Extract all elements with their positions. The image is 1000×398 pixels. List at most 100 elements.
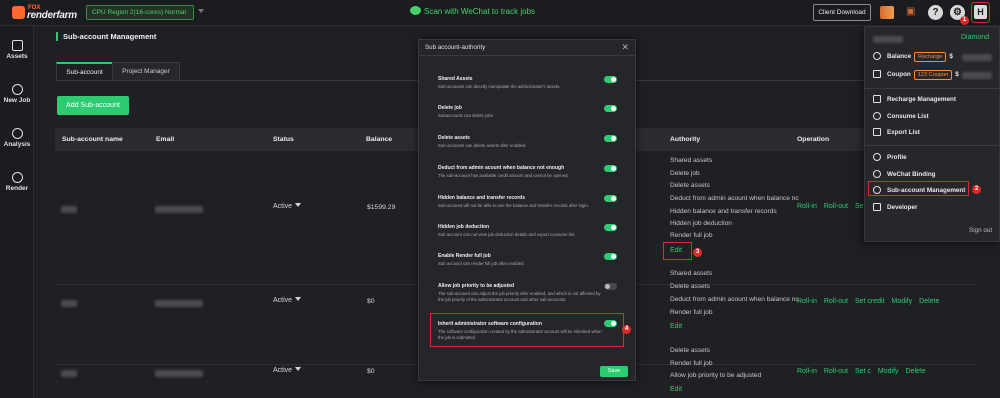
region-selector[interactable]: CPU Region 2(16-cores) Normal [86, 5, 194, 20]
permission-shared-assets: Shared Assets Sub-accounts can directly … [438, 76, 618, 90]
balance-value: $1599.29 [367, 204, 396, 211]
step-badge-4: 4 [622, 325, 631, 334]
nav-item-analysis[interactable]: Analysis [0, 128, 34, 148]
balance-value: $0 [367, 298, 375, 305]
region-dropdown-caret-icon[interactable] [198, 9, 204, 13]
shared-assets-toggle[interactable] [604, 76, 617, 83]
status-dropdown[interactable]: Active [273, 367, 302, 374]
coupon-label: Coupon [887, 71, 911, 78]
modify-link[interactable]: Modify [892, 298, 913, 305]
permission-desc: Sub-accounts can delete assets after ena… [438, 143, 527, 148]
permission-desc: Subaccounts can delete jobs. [438, 113, 495, 118]
inherit-software-config-toggle[interactable] [604, 320, 617, 327]
menu-item-profile[interactable]: Profile [873, 153, 907, 161]
coupon-row: Coupon 123 Coupon $ [873, 70, 959, 80]
menu-item-developer[interactable]: Developer [873, 203, 917, 211]
col-email: Email [156, 136, 175, 143]
tab-sub-account[interactable]: Sub-account [56, 62, 113, 81]
export-list-icon [873, 128, 881, 136]
authority-item: Shared assets [670, 270, 713, 277]
step-badge-3: 3 [693, 248, 702, 257]
authority-item: Delete assets [670, 283, 710, 290]
email-redacted [155, 370, 203, 377]
add-sub-account-button[interactable]: Add Sub-account [57, 96, 129, 115]
set-credit-link[interactable]: Set credit [855, 298, 885, 305]
permission-delete-job: Delete job Subaccounts can delete jobs. [438, 105, 618, 119]
permission-desc: Sub account can render full job after en… [438, 261, 525, 266]
delete-link[interactable]: Delete [919, 298, 939, 305]
menu-item-label: Profile [887, 154, 907, 161]
foxrenderfarm-logo[interactable]: FOX renderfarm [12, 4, 78, 22]
roll-in-link[interactable]: Roll-in [797, 368, 817, 375]
permission-name: Allow job priority to be adjusted [438, 283, 515, 289]
menu-item-wechat-binding[interactable]: WeChat Binding [873, 170, 936, 178]
wechat-icon [410, 6, 421, 15]
edit-authority-link[interactable]: Edit [670, 386, 682, 393]
side-nav: Assets New Job Analysis Render [0, 26, 34, 398]
caret-down-icon [295, 203, 302, 207]
roll-out-link[interactable]: Roll-out [824, 298, 848, 305]
roll-out-link[interactable]: Roll-out [824, 203, 848, 210]
delete-job-toggle[interactable] [604, 105, 617, 112]
menu-item-label: Recharge Management [887, 96, 956, 103]
permission-desc: The software configuration created by th… [438, 329, 602, 340]
client-download-button[interactable]: Client Download [813, 4, 871, 21]
delete-assets-toggle[interactable] [604, 135, 617, 142]
save-button[interactable]: Save [600, 366, 628, 377]
top-bar: FOX renderfarm CPU Region 2(16-cores) No… [0, 0, 1000, 26]
sign-out-link[interactable]: Sign out [969, 227, 992, 234]
modify-link[interactable]: Modify [878, 368, 899, 375]
roll-in-link[interactable]: Roll-in [797, 298, 817, 305]
coupon-tag[interactable]: 123 Coupon [913, 70, 953, 80]
nav-item-new-job[interactable]: New Job [0, 84, 34, 104]
authority-item: Shared assets [670, 157, 713, 164]
coupon-prefix: $ [955, 71, 959, 78]
permission-inherit-software-config: Inherit administrator software configura… [438, 321, 618, 340]
status-dropdown[interactable]: Active [273, 297, 302, 304]
render-full-job-toggle[interactable] [604, 253, 617, 260]
delete-link[interactable]: Delete [906, 368, 926, 375]
permission-name: Delete job [438, 105, 462, 111]
menu-item-sub-account-management[interactable]: Sub-account Management [873, 186, 965, 194]
tab-project-manager[interactable]: Project Manager [112, 62, 180, 81]
set-credit-link[interactable]: Set c [855, 368, 871, 375]
profile-icon [873, 153, 881, 161]
menu-item-recharge-management[interactable]: Recharge Management [873, 95, 956, 103]
email-redacted [155, 206, 203, 213]
language-flag-icon[interactable] [880, 6, 894, 19]
hidden-job-deduction-toggle[interactable] [604, 224, 617, 231]
authority-item: Delete job [670, 170, 700, 177]
edit-authority-link[interactable]: Edit [670, 323, 682, 330]
close-icon[interactable]: ✕ [621, 42, 629, 52]
menu-divider [865, 145, 999, 146]
authority-item: Render full job [670, 309, 713, 316]
roll-in-link[interactable]: Roll-in [797, 203, 817, 210]
col-authority: Authority [670, 136, 701, 143]
balance-prefix: $ [949, 53, 953, 60]
render-icon [11, 172, 23, 183]
wechat-track-link[interactable]: Scan with WeChat to track jobs [410, 6, 535, 16]
modal-header: Sub account-authority ✕ [419, 40, 635, 56]
balance-value: $0 [367, 368, 375, 375]
nav-item-assets[interactable]: Assets [0, 40, 34, 60]
logo-text: renderfarm [27, 10, 77, 21]
gift-icon[interactable]: ▣ [906, 7, 915, 17]
avatar[interactable]: H [974, 5, 987, 19]
roll-out-link[interactable]: Roll-out [824, 368, 848, 375]
authority-item: Render full job [670, 360, 713, 367]
nav-item-render[interactable]: Render [0, 172, 34, 192]
permission-name: Enable Render full job [438, 253, 491, 259]
recharge-button[interactable]: Recharge [914, 52, 947, 62]
permission-deduct-from-admin: Deduct from admin acount when balance no… [438, 165, 618, 179]
menu-item-label: Consume List [887, 113, 929, 120]
hidden-balance-toggle[interactable] [604, 195, 617, 202]
menu-item-export-list[interactable]: Export List [873, 128, 920, 136]
help-icon[interactable]: ? [928, 5, 943, 20]
edit-authority-link[interactable]: Edit [670, 247, 682, 254]
menu-item-consume-list[interactable]: Consume List [873, 112, 929, 120]
deduct-from-admin-toggle[interactable] [604, 165, 617, 172]
nav-label-render: Render [5, 185, 29, 192]
job-priority-toggle[interactable] [604, 283, 617, 290]
status-dropdown[interactable]: Active [273, 203, 302, 210]
balance-redacted [962, 54, 992, 61]
